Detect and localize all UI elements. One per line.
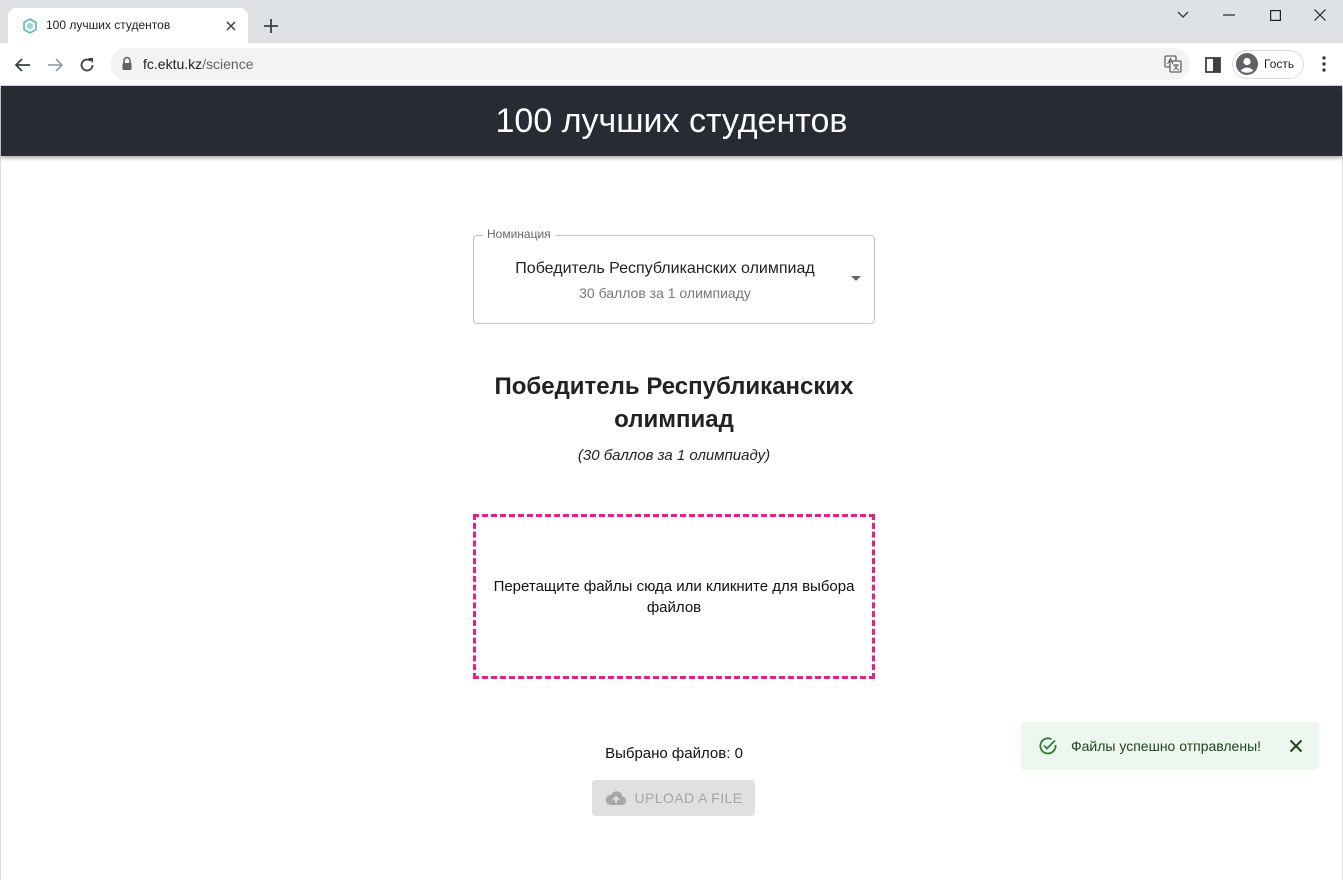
page-title: 100 лучших студентов xyxy=(495,101,848,140)
address-bar[interactable]: fc.ektu.kz/science xyxy=(110,48,1190,80)
browser-tab[interactable]: 100 лучших студентов xyxy=(8,8,248,43)
lock-icon[interactable] xyxy=(120,56,134,72)
check-circle-icon xyxy=(1039,737,1057,755)
nomination-points-note: (30 баллов за 1 олимпиаду) xyxy=(577,447,771,464)
selected-files-count: Выбрано файлов: 0 xyxy=(605,745,743,762)
profile-label: Гость xyxy=(1264,57,1295,71)
url-host: fc.ektu.kz xyxy=(143,56,203,72)
tab-search-chevron-icon[interactable] xyxy=(1160,0,1206,30)
nomination-selected-points: 30 баллов за 1 олимпиаду xyxy=(579,285,751,301)
reload-icon[interactable] xyxy=(73,51,101,79)
tab-title: 100 лучших студентов xyxy=(46,18,171,32)
url-path: /science xyxy=(202,56,254,72)
app-header: 100 лучших студентов xyxy=(1,86,1342,156)
success-snackbar: Файлы успешно отправлены! xyxy=(1021,722,1319,770)
profile-button[interactable]: Гость xyxy=(1232,50,1304,79)
file-dropzone[interactable]: Перетащите файлы сюда или кликните для в… xyxy=(473,514,875,679)
tab-close-icon[interactable] xyxy=(222,17,240,35)
avatar-icon xyxy=(1236,53,1258,75)
side-panel-icon[interactable] xyxy=(1203,55,1223,75)
snackbar-close-icon[interactable] xyxy=(1287,737,1305,755)
browser-menu-icon[interactable] xyxy=(1314,53,1334,75)
cloud-upload-icon xyxy=(605,791,626,805)
translate-icon[interactable] xyxy=(1164,55,1182,73)
maximize-icon[interactable] xyxy=(1252,0,1298,30)
forward-arrow-icon[interactable] xyxy=(41,51,69,79)
browser-toolbar: fc.ektu.kz/science Гость xyxy=(0,43,1343,86)
upload-file-button[interactable]: UPLOAD A FILE xyxy=(592,780,755,816)
nomination-label: Номинация xyxy=(483,227,555,241)
nomination-heading: Победитель Республиканских олимпиад xyxy=(494,373,854,433)
back-arrow-icon[interactable] xyxy=(9,51,37,79)
site-favicon-icon xyxy=(23,18,37,34)
nomination-select[interactable]: Номинация Победитель Республиканских оли… xyxy=(473,227,875,324)
new-tab-icon[interactable] xyxy=(260,15,282,37)
upload-button-label: UPLOAD A FILE xyxy=(634,790,743,806)
browser-tabstrip: 100 лучших студентов xyxy=(0,0,1343,43)
url-text[interactable]: fc.ektu.kz/science xyxy=(143,56,254,72)
minimize-icon[interactable] xyxy=(1206,0,1252,30)
dropdown-arrow-icon[interactable] xyxy=(851,276,861,281)
window-close-icon[interactable] xyxy=(1297,0,1343,30)
snackbar-message: Файлы успешно отправлены! xyxy=(1071,738,1262,754)
dropzone-instructions: Перетащите файлы сюда или кликните для в… xyxy=(493,577,855,616)
nomination-selected-title: Победитель Республиканских олимпиад xyxy=(515,260,815,277)
